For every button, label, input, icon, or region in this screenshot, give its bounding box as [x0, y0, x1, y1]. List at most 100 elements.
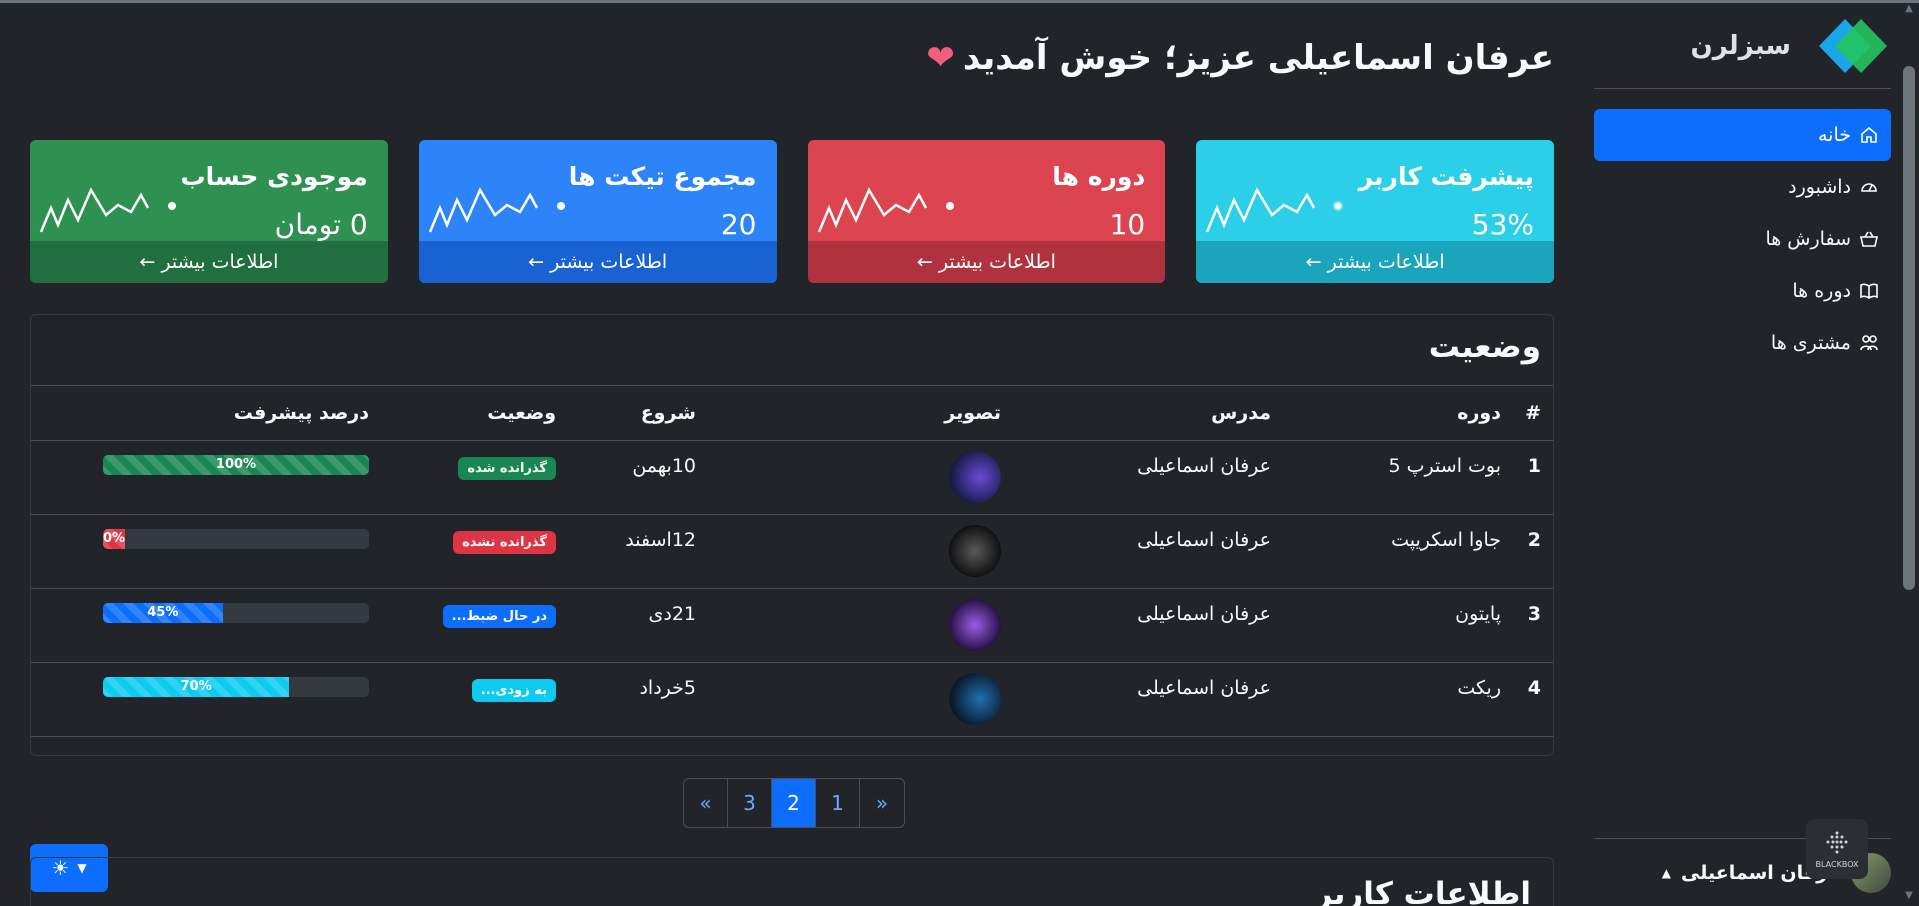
table-header-row: # دوره مدرس تصویر شروع وضعیت درصد پیشرفت: [31, 386, 1553, 441]
page-prev-button[interactable]: «: [684, 779, 728, 827]
more-info-link[interactable]: اطلاعات بیشتر ←: [30, 241, 388, 283]
table-row: 3 پایتون عرفان اسماعیلی 21دی در حال ضبط.…: [31, 588, 1553, 663]
status-badge: به زودی...: [471, 678, 556, 702]
stat-card-title: دوره ها: [1052, 162, 1146, 191]
column-header: شروع: [568, 386, 708, 441]
column-header: وضعیت: [381, 386, 568, 441]
sidebar-item-label: خانه: [1817, 124, 1851, 146]
blackbox-logo-icon: [1826, 831, 1848, 853]
book-icon: [1860, 283, 1878, 299]
stat-card-title: موجودی حساب: [180, 162, 368, 191]
row-number: 2: [1513, 514, 1553, 589]
column-header: مدرس: [1013, 386, 1283, 441]
brand-name: سبزلرن: [1690, 30, 1791, 61]
pagination: « 3 2 1 »: [683, 778, 905, 828]
column-header: #: [1513, 386, 1553, 441]
main-content: عرفان اسماعیلی عزیز؛ خوش آمدید ❤ پیشرفت …: [30, 3, 1554, 906]
sparkline-icon: [817, 187, 954, 233]
course-thumbnail: [949, 450, 1001, 503]
stat-card-title: مجموع تیکت ها: [568, 162, 757, 191]
progress-fill: 100%: [103, 454, 369, 475]
progress-bar: 0%: [103, 528, 369, 549]
sidebar-item-customers[interactable]: مشتری ها: [1594, 317, 1891, 369]
column-header: دوره: [1283, 386, 1513, 441]
scroll-up-arrow-icon[interactable]: ▲: [1902, 3, 1916, 17]
stat-card-title: پیشرفت کاربر: [1358, 162, 1534, 191]
status-panel: وضعیت # دوره مدرس تصویر شروع وضعیت درصد …: [30, 314, 1554, 756]
start-date: 10بهمن: [568, 440, 708, 515]
status-badge: گذرانده نشده: [453, 530, 556, 554]
sidebar-item-label: سفارش ها: [1765, 228, 1851, 250]
sidebar-item-home[interactable]: خانه: [1594, 109, 1891, 161]
table-row: 1 بوت استرپ 5 عرفان اسماعیلی 10بهمن گذرا…: [31, 440, 1553, 515]
brand-logo-icon: [1819, 18, 1887, 73]
speedometer-icon: [1861, 183, 1877, 192]
status-badge: در حال ضبط...: [442, 604, 556, 628]
stat-card-tickets: مجموع تیکت ها 20 اطلاعات بیشتر ←: [418, 140, 777, 283]
progress-fill: 0%: [103, 528, 125, 549]
table-row: 4 ریکت عرفان اسماعیلی 5خرداد به زودی... …: [31, 662, 1553, 737]
sidebar-item-courses[interactable]: دوره ها: [1594, 265, 1891, 317]
courses-table: # دوره مدرس تصویر شروع وضعیت درصد پیشرفت…: [31, 386, 1553, 737]
stat-card-value: 53%: [1471, 208, 1534, 241]
sparkline-icon: [428, 187, 565, 233]
course-name: پایتون: [1283, 588, 1513, 663]
more-info-link[interactable]: اطلاعات بیشتر ←: [807, 241, 1166, 283]
sidebar-item-label: دوره ها: [1792, 280, 1851, 302]
status-title: وضعیت: [1428, 329, 1541, 365]
column-header: تصویر: [708, 386, 1013, 441]
more-info-link[interactable]: اطلاعات بیشتر ←: [418, 241, 777, 283]
sidebar-item-dashboard[interactable]: داشبورد: [1594, 161, 1891, 213]
start-date: 5خرداد: [568, 662, 708, 737]
blackbox-label: BLACKBOX: [1815, 859, 1859, 869]
basket-icon: [1860, 231, 1878, 247]
teacher-name: عرفان اسماعیلی: [1013, 440, 1283, 515]
teacher-name: عرفان اسماعیلی: [1013, 588, 1283, 663]
start-date: 12اسفند: [568, 514, 708, 589]
teacher-name: عرفان اسماعیلی: [1013, 662, 1283, 737]
course-name: ریکت: [1283, 662, 1513, 737]
teacher-name: عرفان اسماعیلی: [1013, 514, 1283, 589]
heart-icon: ❤: [926, 38, 955, 78]
course-thumbnail: [949, 672, 1001, 725]
sidebar-nav: خانه داشبورد سفارش ها دوره ها مشتری ها: [1594, 109, 1891, 369]
stat-card-value: 0 تومان: [274, 208, 368, 241]
progress-bar: 45%: [103, 602, 369, 623]
welcome-text: عرفان اسماعیلی عزیز؛ خوش آمدید: [962, 38, 1554, 78]
sidebar-item-orders[interactable]: سفارش ها: [1594, 213, 1891, 265]
page-button-2[interactable]: 2: [772, 779, 816, 827]
row-number: 3: [1513, 588, 1553, 663]
page-scrollbar[interactable]: [1903, 66, 1915, 590]
stat-cards: پیشرفت کاربر 53% اطلاعات بیشتر ← دوره ها…: [30, 140, 1554, 283]
progress-bar: 100%: [103, 454, 369, 475]
page-button-3[interactable]: 3: [728, 779, 772, 827]
column-header: درصد پیشرفت: [31, 386, 381, 441]
page-next-button[interactable]: »: [860, 779, 904, 827]
course-thumbnail: [949, 598, 1001, 651]
stat-card-value: 10: [1109, 208, 1146, 241]
scroll-down-arrow-icon[interactable]: ▼: [1902, 890, 1916, 904]
page-button-1[interactable]: 1: [816, 779, 860, 827]
course-name: جاوا اسکریپت: [1283, 514, 1513, 589]
sidebar-item-label: مشتری ها: [1770, 332, 1851, 354]
status-badge: گذرانده شده: [458, 456, 556, 480]
sidebar-item-label: داشبورد: [1788, 176, 1851, 198]
progress-bar: 70%: [103, 676, 369, 697]
blackbox-widget[interactable]: BLACKBOX: [1806, 819, 1868, 879]
more-info-link[interactable]: اطلاعات بیشتر ←: [1196, 241, 1554, 283]
row-number: 1: [1513, 440, 1553, 515]
progress-fill: 45%: [103, 602, 223, 623]
sparkline-icon: [1206, 187, 1343, 233]
brand[interactable]: سبزلرن: [1594, 3, 1891, 89]
progress-fill: 70%: [103, 676, 290, 697]
sparkline-icon: [39, 187, 176, 233]
row-number: 4: [1513, 662, 1553, 737]
page-title: عرفان اسماعیلی عزیز؛ خوش آمدید ❤: [926, 38, 1554, 78]
stat-card-value: 20: [720, 208, 757, 241]
stat-card-courses: دوره ها 10 اطلاعات بیشتر ←: [807, 140, 1166, 283]
home-icon: [1861, 126, 1877, 143]
user-info-panel: اطلاعات کاربر: [30, 857, 1554, 906]
table-row: 2 جاوا اسکریپت عرفان اسماعیلی 12اسفند گذ…: [31, 514, 1553, 589]
course-name: بوت استرپ 5: [1283, 440, 1513, 515]
people-icon: [1860, 335, 1878, 351]
